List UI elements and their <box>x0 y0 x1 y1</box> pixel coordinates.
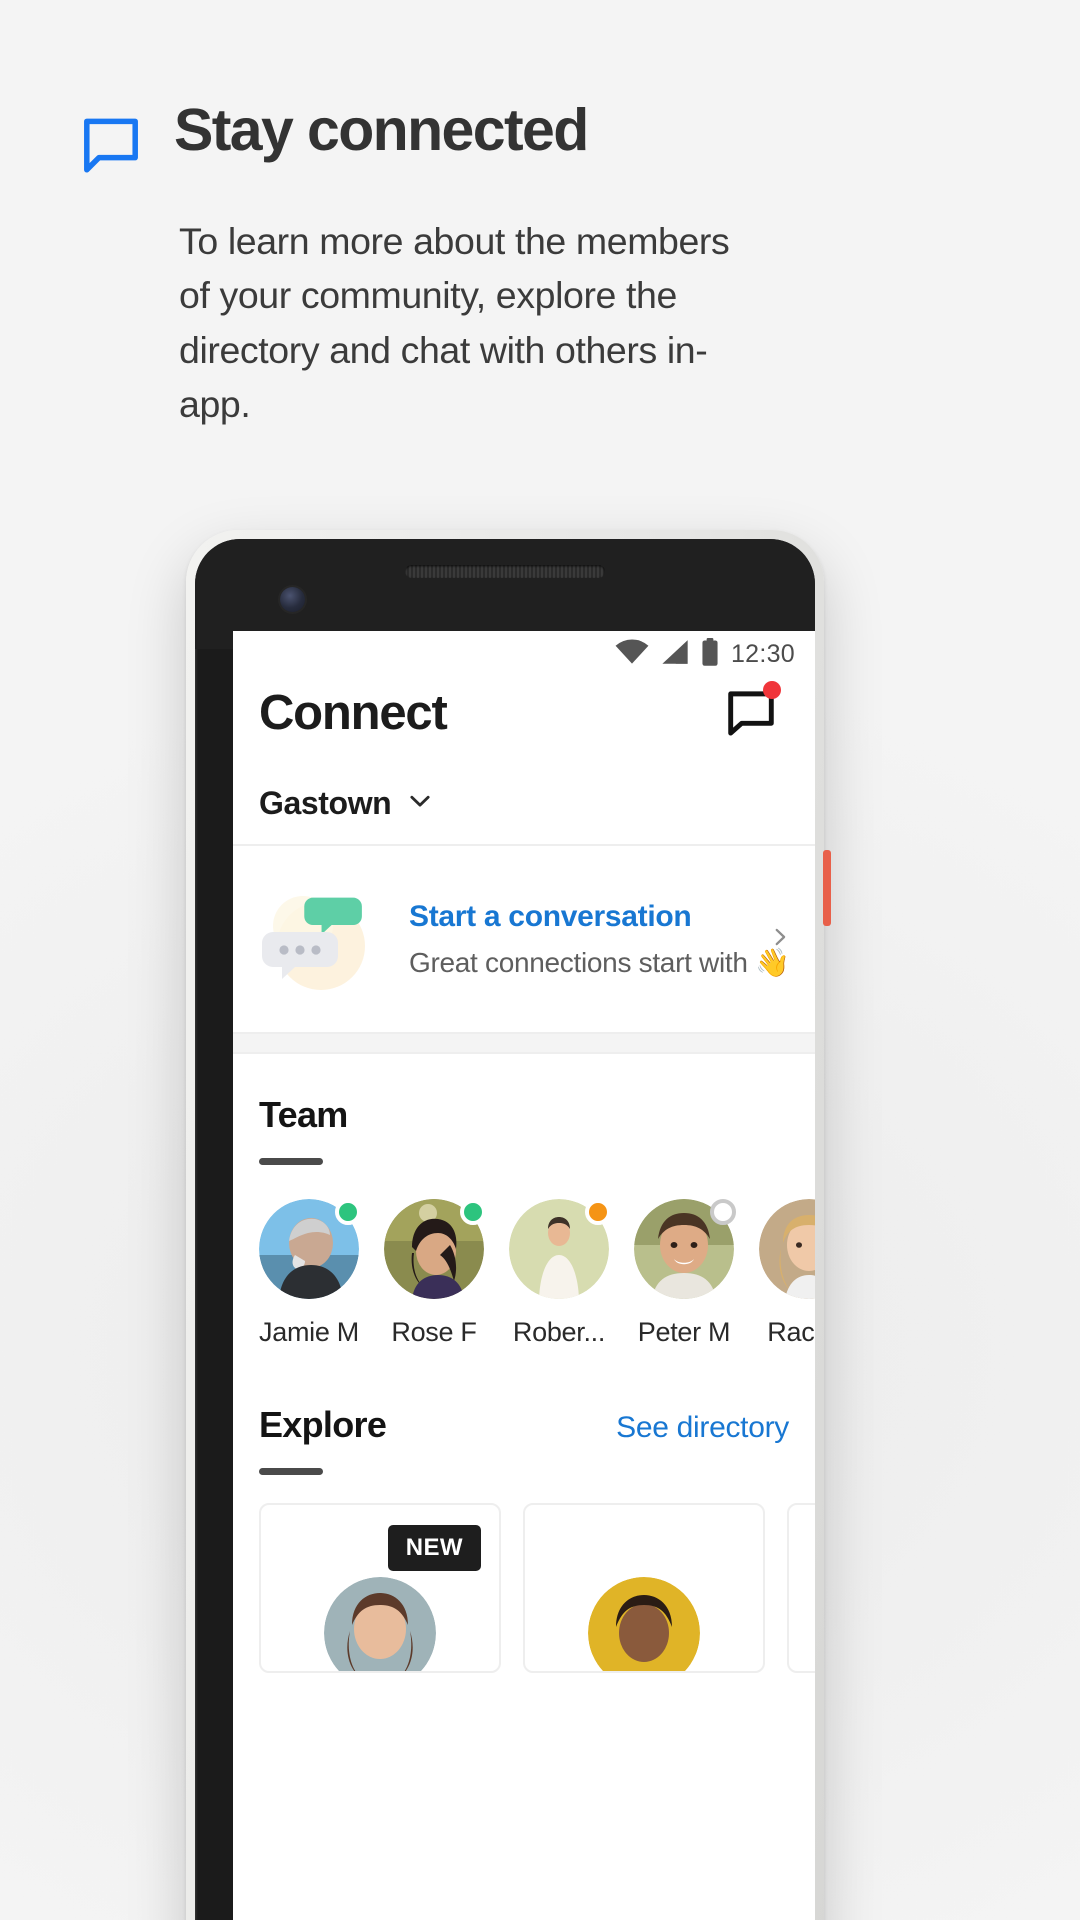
avatar <box>759 1199 815 1299</box>
list-item[interactable]: Rober... <box>509 1199 611 1348</box>
promo-header: Stay connected <box>78 97 589 178</box>
see-directory-link[interactable]: See directory <box>616 1411 789 1445</box>
list-item[interactable] <box>787 1503 815 1673</box>
list-item[interactable]: Jamie M <box>259 1199 361 1348</box>
status-time: 12:30 <box>730 639 795 668</box>
chevron-right-icon <box>767 920 793 959</box>
community-selector[interactable]: Gastown <box>233 741 815 844</box>
battery-icon <box>701 637 719 671</box>
page-title: Stay connected <box>174 97 589 163</box>
app-screen: 12:30 Connect Gastown Start a conversati… <box>233 631 815 1920</box>
team-member-list[interactable]: Jamie M Rose F Rober... Peter M Rac <box>233 1165 815 1348</box>
status-dot-online <box>335 1199 361 1225</box>
status-dot-offline <box>710 1199 736 1225</box>
front-camera-icon <box>280 587 305 612</box>
cellular-signal-icon <box>661 639 689 670</box>
start-conversation-subtitle: Great connections start with 👋 <box>409 946 790 978</box>
wifi-icon <box>615 638 649 670</box>
chat-bubble-icon <box>78 112 144 178</box>
team-section: Team <box>233 1054 815 1165</box>
list-item[interactable]: Rach... <box>759 1199 815 1348</box>
member-name: Peter M <box>637 1317 731 1347</box>
team-section-title: Team <box>259 1094 348 1135</box>
section-gap <box>233 1034 815 1052</box>
status-dot-online <box>460 1199 486 1225</box>
explore-card-list[interactable]: NEW <box>233 1475 815 1673</box>
status-dot-away <box>585 1199 611 1225</box>
promo-description: To learn more about the members of your … <box>179 220 730 426</box>
member-name: Rach... <box>767 1317 815 1347</box>
app-bar: Connect <box>233 677 815 741</box>
member-name: Jamie M <box>259 1317 359 1347</box>
member-name: Rose F <box>391 1317 477 1347</box>
status-badge: NEW <box>387 1525 481 1571</box>
unread-badge <box>763 681 781 699</box>
start-conversation-card[interactable]: Start a conversation Great connections s… <box>233 846 815 1032</box>
chat-bubbles-illustration <box>259 880 399 998</box>
explore-section-title: Explore <box>259 1404 387 1445</box>
list-item[interactable]: Peter M <box>634 1199 736 1348</box>
member-name: Rober... <box>512 1317 606 1347</box>
chevron-down-icon <box>405 786 435 821</box>
list-item[interactable] <box>523 1503 765 1673</box>
avatar <box>324 1577 436 1671</box>
app-screen-title: Connect <box>259 686 448 740</box>
power-button <box>823 850 831 926</box>
earpiece-speaker <box>405 565 605 578</box>
section-underline <box>259 1158 323 1165</box>
start-conversation-title: Start a conversation <box>409 899 692 933</box>
phone-mockup: 12:30 Connect Gastown Start a conversati… <box>186 530 831 1920</box>
list-item[interactable]: Rose F <box>384 1199 486 1348</box>
phone-screen-frame: 12:30 Connect Gastown Start a conversati… <box>195 539 815 1920</box>
avatar <box>588 1577 700 1671</box>
messages-button[interactable] <box>723 681 781 741</box>
section-underline <box>259 1468 323 1475</box>
community-name: Gastown <box>259 785 392 821</box>
list-item[interactable]: NEW <box>259 1503 501 1673</box>
status-bar: 12:30 <box>233 631 815 677</box>
explore-section: Explore See directory <box>233 1348 815 1475</box>
